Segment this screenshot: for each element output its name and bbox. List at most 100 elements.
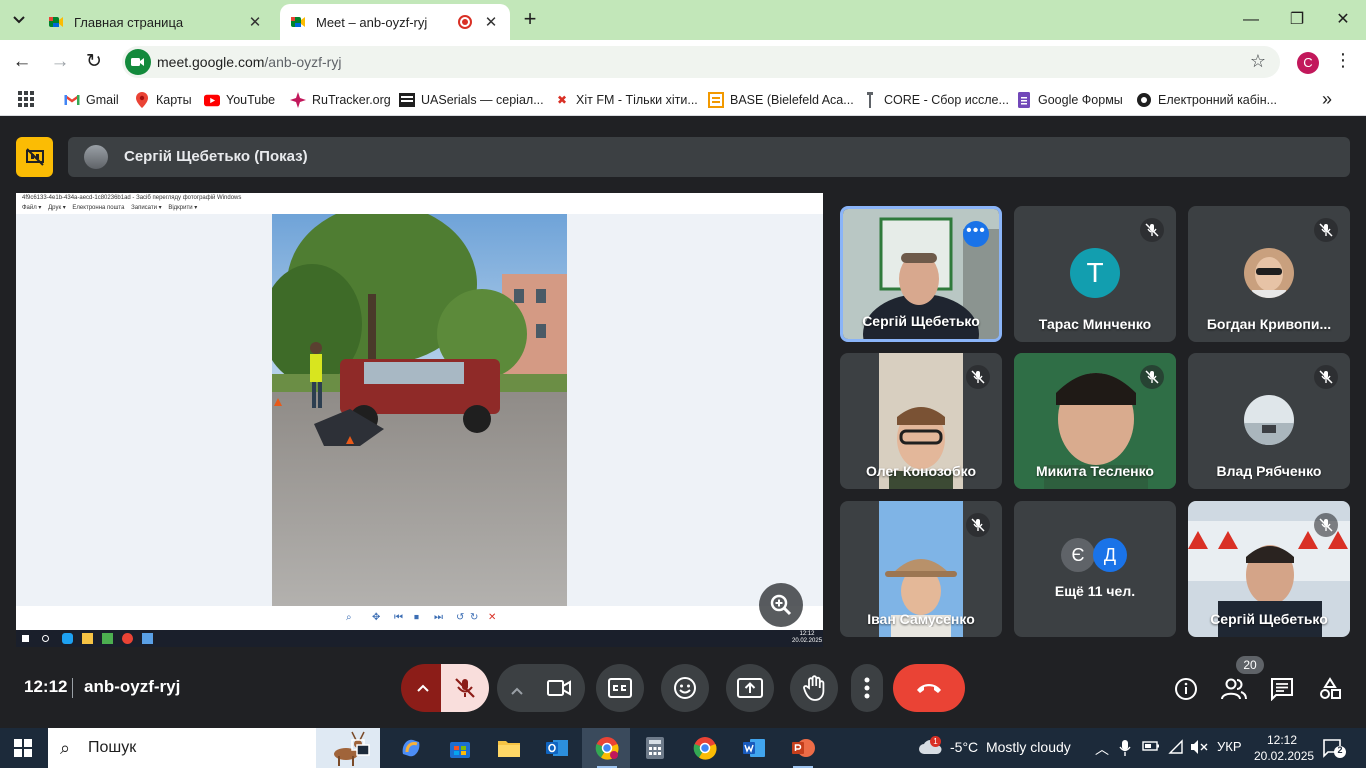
- back-arrow-icon[interactable]: ←: [10, 50, 34, 74]
- google-meet-favicon-icon: [48, 14, 64, 30]
- activities-button[interactable]: [1317, 676, 1343, 702]
- participant-tile[interactable]: ••• Сергій Щебетько: [840, 206, 1002, 342]
- bookmark-base[interactable]: BASE (Bielefeld Aca...: [708, 91, 854, 109]
- weather-condition: Mostly cloudy: [985, 739, 1071, 755]
- shared-screen[interactable]: 4f9c6133-4e1b-434a-aecd-1c80236b1ad - За…: [16, 193, 823, 647]
- windows-start-icon[interactable]: [14, 739, 32, 757]
- mic-off-icon: [966, 513, 990, 537]
- camera-toggle-button[interactable]: [547, 677, 571, 704]
- browser-menu-icon[interactable]: ⋮: [1334, 50, 1352, 71]
- copilot-icon[interactable]: [397, 734, 425, 762]
- audio-options-button[interactable]: [401, 664, 445, 712]
- taskbar-clock[interactable]: 12:12 20.02.2025: [1254, 732, 1314, 764]
- bookmark-cabinet[interactable]: Електронний кабін...: [1136, 91, 1277, 109]
- more-options-button[interactable]: [851, 664, 883, 712]
- notifications-icon[interactable]: 2: [1322, 737, 1346, 759]
- chat-button[interactable]: [1269, 676, 1295, 702]
- participant-tile[interactable]: Влад Рябченко: [1188, 353, 1350, 489]
- bookmark-label: Електронний кабін...: [1158, 93, 1278, 107]
- close-window-icon[interactable]: ✕: [1328, 8, 1358, 32]
- bookmark-gmail[interactable]: Gmail: [64, 91, 119, 109]
- close-tab-icon[interactable]: ✕: [482, 13, 500, 31]
- language-indicator[interactable]: УКР: [1217, 739, 1242, 754]
- address-bar[interactable]: meet.google.com/anb-oyzf-ryj ☆: [122, 46, 1280, 78]
- video-options-button[interactable]: [511, 682, 523, 700]
- tab-meet[interactable]: Meet – anb-oyzf-ryj ✕: [280, 4, 510, 40]
- wifi-icon[interactable]: [1168, 739, 1184, 758]
- calculator-icon[interactable]: [641, 734, 669, 762]
- rotate-left-icon[interactable]: ↺: [456, 612, 464, 623]
- bookmark-maps[interactable]: Карты: [134, 91, 192, 109]
- maps-icon: [134, 92, 150, 108]
- leave-call-button[interactable]: [893, 664, 965, 712]
- mic-off-icon: [1140, 365, 1164, 389]
- forward-arrow-icon[interactable]: →: [48, 50, 72, 74]
- tab-search-button[interactable]: [6, 8, 32, 32]
- powerpoint-icon[interactable]: [789, 734, 817, 768]
- battery-icon[interactable]: [1142, 739, 1160, 756]
- base-icon: [708, 92, 724, 108]
- captions-button[interactable]: [596, 664, 644, 712]
- chevron-up-icon[interactable]: ︿: [1095, 739, 1109, 759]
- bookmark-google-forms[interactable]: Google Формы: [1016, 91, 1123, 109]
- participant-tile[interactable]: Іван Самусенко: [840, 501, 1002, 637]
- others-count-label: Ещё 11 чел.: [1054, 583, 1136, 599]
- chrome-icon[interactable]: [691, 734, 719, 762]
- participant-tile[interactable]: T Тарас Минченко: [1014, 206, 1176, 342]
- bookmark-core[interactable]: CORE - Сбор иссле...: [862, 91, 1009, 109]
- participant-tile[interactable]: Богдан Кривопи...: [1188, 206, 1350, 342]
- zoom-icon[interactable]: ⌕: [346, 612, 352, 623]
- more-options-icon[interactable]: •••: [963, 221, 989, 247]
- mic-off-icon: [455, 678, 475, 698]
- profile-avatar[interactable]: C: [1297, 52, 1319, 74]
- task-view-icon[interactable]: [347, 734, 375, 762]
- bookmark-rutracker[interactable]: RuTracker.org: [290, 91, 391, 109]
- site-info-icon[interactable]: [125, 49, 151, 75]
- chrome-profile-icon[interactable]: [593, 734, 621, 768]
- youtube-icon: [204, 92, 220, 108]
- participant-tile[interactable]: Сергій Щебетько: [1188, 501, 1350, 637]
- chevron-right-icon[interactable]: »: [1322, 89, 1332, 110]
- remote-photos-icon: [142, 633, 153, 644]
- minimize-window-icon[interactable]: —: [1236, 8, 1266, 32]
- cabinet-icon: [1136, 92, 1152, 108]
- unmute-microphone-button[interactable]: [441, 664, 489, 712]
- bookmark-star-icon[interactable]: ☆: [1250, 51, 1266, 72]
- new-tab-button[interactable]: +: [518, 8, 542, 32]
- presentation-off-icon[interactable]: [16, 137, 53, 177]
- apps-grid-icon[interactable]: [18, 91, 34, 107]
- microsoft-store-icon[interactable]: [446, 734, 474, 762]
- people-button[interactable]: [1221, 676, 1247, 702]
- word-icon[interactable]: [740, 734, 768, 762]
- restore-window-icon[interactable]: ❐: [1282, 8, 1312, 32]
- raise-hand-button[interactable]: [790, 664, 838, 712]
- rotate-right-icon[interactable]: ↻: [470, 612, 478, 623]
- outlook-icon[interactable]: [543, 734, 571, 762]
- zoom-in-button[interactable]: [759, 583, 803, 627]
- reactions-button[interactable]: [661, 664, 709, 712]
- next-icon[interactable]: ⏭: [434, 612, 443, 623]
- remote-taskbar: 12:12 20.02.2025: [16, 630, 823, 647]
- slideshow-icon[interactable]: ⏹: [414, 612, 419, 623]
- close-tab-icon[interactable]: ✕: [246, 13, 264, 31]
- participant-tile[interactable]: Микита Тесленко: [1014, 353, 1176, 489]
- fit-icon[interactable]: ✥: [372, 612, 380, 623]
- volume-muted-icon[interactable]: [1190, 739, 1208, 758]
- previous-icon[interactable]: ⏮: [394, 612, 403, 623]
- present-screen-button[interactable]: [726, 664, 774, 712]
- shared-menu-file: Файл ▾: [22, 205, 42, 211]
- participant-tile[interactable]: Олег Конозобко: [840, 353, 1002, 489]
- hitfm-icon: ✖: [556, 93, 568, 107]
- others-tile[interactable]: Є Д Ещё 11 чел.: [1014, 501, 1176, 637]
- bookmark-youtube[interactable]: YouTube: [204, 91, 275, 109]
- delete-icon[interactable]: ✕: [488, 612, 496, 623]
- tab-home[interactable]: Главная страница ✕: [38, 4, 274, 40]
- file-explorer-icon[interactable]: [495, 734, 523, 762]
- taskbar-search-box[interactable]: ⌕ Пошук: [48, 728, 380, 768]
- bookmark-uaserials[interactable]: UASerials — серіал...: [399, 91, 544, 109]
- bookmark-hitfm[interactable]: ✖ Хіт FM - Тільки хіти...: [554, 91, 698, 109]
- microphone-icon[interactable]: [1119, 739, 1131, 760]
- meeting-details-button[interactable]: [1173, 676, 1199, 702]
- presenter-banner: Сергій Щебетько (Показ): [68, 137, 1350, 177]
- reload-icon[interactable]: ↻: [82, 50, 106, 74]
